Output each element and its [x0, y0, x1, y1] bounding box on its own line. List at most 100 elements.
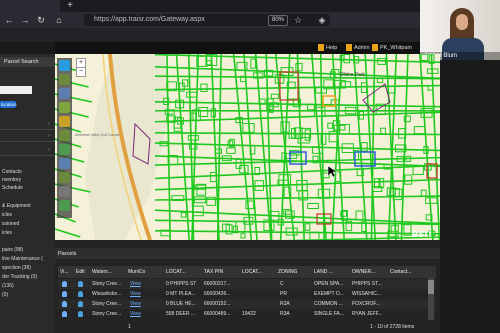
back-icon[interactable]: ← — [4, 15, 14, 25]
sidebar-item-count-136[interactable]: (136) — [2, 282, 14, 291]
left-panel-row[interactable] — [0, 146, 55, 156]
column-header-owner[interactable]: OWNER... — [352, 266, 388, 278]
browser-tab[interactable] — [0, 0, 60, 12]
sidebar-item-vehicles-2[interactable]: icles — [2, 229, 12, 238]
cell-location-2: 19422 — [242, 311, 256, 317]
user-menu[interactable]: PK_Whitpain — [380, 43, 412, 53]
zoom-level-badge[interactable]: 80% — [268, 15, 288, 26]
sidebar-item-vehicles[interactable]: icles — [2, 211, 12, 220]
map-pin-icon[interactable] — [62, 281, 67, 287]
column-header-view[interactable]: Vi... — [60, 266, 72, 278]
cell-location: 558 DEER ... — [166, 311, 196, 317]
column-header-zoning[interactable]: ZONING — [278, 266, 312, 278]
sidebar-item-schedule[interactable]: Schedule — [2, 184, 23, 193]
select-icon[interactable] — [59, 102, 70, 113]
cell-tax-pin: 66000489... — [204, 311, 231, 317]
tab-parcels[interactable]: Parcels — [58, 250, 76, 259]
table-row[interactable]: Stony Cree... View 558 DEER ... 66000489… — [58, 309, 436, 319]
cell-zoning: R3A — [280, 311, 290, 317]
zoom-out-button[interactable]: − — [76, 67, 86, 77]
bookmarks-toolbar — [0, 28, 420, 42]
map-canvas[interactable]: Elkins Park Moreland Valley Golf Course — [55, 54, 440, 240]
cell-municode-link[interactable]: View — [130, 299, 160, 309]
map-pin-icon[interactable] — [62, 291, 67, 297]
cell-municode-link[interactable]: View — [130, 289, 160, 299]
identify-icon[interactable] — [59, 88, 70, 99]
parcel-map[interactable]: Elkins Park Moreland Valley Golf Course — [55, 54, 440, 240]
bookmark-icon[interactable] — [59, 172, 70, 183]
column-header-edit[interactable]: Edit — [76, 266, 88, 278]
results-tab-strip — [55, 248, 440, 259]
clear-icon[interactable] — [59, 186, 70, 197]
new-tab-button[interactable]: + — [64, 0, 76, 12]
grid-scrollbar-thumb[interactable] — [428, 280, 434, 294]
shield-icon[interactable]: ◈ — [316, 14, 328, 26]
column-header-location[interactable]: LOCAT... — [166, 266, 200, 278]
chevron-icon: › — [48, 133, 50, 139]
left-panel-row[interactable] — [0, 120, 55, 130]
forward-icon[interactable]: → — [20, 15, 30, 25]
sidebar-item-preventive-maintenance[interactable]: tive Maintenance ( — [2, 255, 43, 264]
sidebar-item-equipment[interactable]: & Equipment — [2, 202, 31, 211]
sidebar-item-inspection[interactable]: spection (38) — [2, 264, 31, 273]
map-label-elkins-park: Elkins Park — [340, 72, 366, 78]
cell-owner: RYAN JEFF... — [352, 311, 383, 317]
column-header-municode[interactable]: MuniCo — [128, 266, 160, 278]
cell-tax-pin: 66000436... — [204, 291, 231, 297]
cell-owner: WISSAHIC... — [352, 291, 381, 297]
help-link[interactable]: Help — [326, 43, 337, 53]
map-pin-icon[interactable] — [62, 301, 67, 307]
column-header-contact[interactable]: Contact... — [390, 266, 426, 278]
edit-icon[interactable] — [78, 291, 83, 297]
cell-tax-pin: 66000317... — [204, 281, 231, 287]
chevron-icon: › — [48, 147, 50, 153]
column-header-location-2[interactable]: LOCAT... — [242, 266, 276, 278]
basemap-icon[interactable] — [59, 74, 70, 85]
column-header-land-use[interactable]: LAND ... — [314, 266, 350, 278]
layers-icon[interactable] — [59, 60, 70, 71]
edit-icon[interactable] — [78, 311, 83, 317]
left-panel — [0, 54, 55, 333]
cell-municode-link[interactable]: View — [130, 309, 160, 319]
admin-icon[interactable] — [346, 44, 352, 51]
cell-municode-link[interactable]: View — [130, 279, 160, 289]
table-row[interactable]: Stony Cree... View 0 PHIPPS ST 66000317.… — [58, 279, 436, 289]
url-text: https://app.traisr.com/Gateway.aspx — [94, 16, 205, 23]
user-icon[interactable] — [372, 44, 378, 51]
sidebar-item-count-0[interactable]: (0) — [2, 291, 8, 300]
print-icon[interactable] — [59, 158, 70, 169]
map-pin-icon[interactable] — [62, 311, 67, 317]
cell-owner: FOXCROF... — [352, 301, 381, 307]
edit-icon[interactable] — [78, 281, 83, 287]
map-label-golf-course: Moreland Valley Golf Course — [75, 133, 120, 137]
export-icon[interactable] — [59, 200, 70, 211]
table-row[interactable]: Wissahickn... View 0 MT PLEA... 66000436… — [58, 289, 436, 299]
locate-button-label: location — [1, 102, 17, 107]
home-icon[interactable]: ⌂ — [54, 15, 64, 25]
table-row[interactable]: Stony Cree... View 0 BLUE HE... 66000152… — [58, 299, 436, 309]
cell-location: 0 PHIPPS ST — [166, 281, 197, 287]
sidebar-item-decommissioned[interactable]: ssioned — [2, 220, 19, 229]
column-header-tax-pin[interactable]: TAX PIN — [204, 266, 240, 278]
measure-icon[interactable] — [59, 116, 70, 127]
left-panel-row[interactable] — [0, 132, 55, 142]
pager-page-number[interactable]: 1 — [128, 322, 131, 332]
bookmark-star-icon[interactable]: ☆ — [294, 14, 302, 26]
admin-link[interactable]: Admin — [354, 43, 370, 53]
parcel-search-input[interactable] — [0, 86, 32, 94]
help-icon[interactable] — [318, 44, 324, 51]
grid-pager: 1 1 - 10 of 2728 items — [58, 322, 436, 332]
sidebar-item-repairs[interactable]: pairs (98) — [2, 246, 23, 255]
buffer-icon[interactable] — [59, 144, 70, 155]
cell-owner: PHIPPS ST... — [352, 281, 382, 287]
cell-watershed: Stony Cree... — [92, 311, 122, 317]
cell-land-use: EXEMPT O... — [314, 291, 344, 297]
cell-zoning: R3A — [280, 301, 290, 307]
cell-land-use: COMMON ... — [314, 301, 343, 307]
column-header-watershed[interactable]: Waters... — [92, 266, 126, 278]
draw-icon[interactable] — [59, 130, 70, 141]
sidebar-item-vendor-tracking[interactable]: dor Tracking (0) — [2, 273, 37, 282]
reload-icon[interactable]: ↻ — [36, 15, 46, 25]
edit-icon[interactable] — [78, 301, 83, 307]
cell-land-use: OPEN SPA... — [314, 281, 344, 287]
